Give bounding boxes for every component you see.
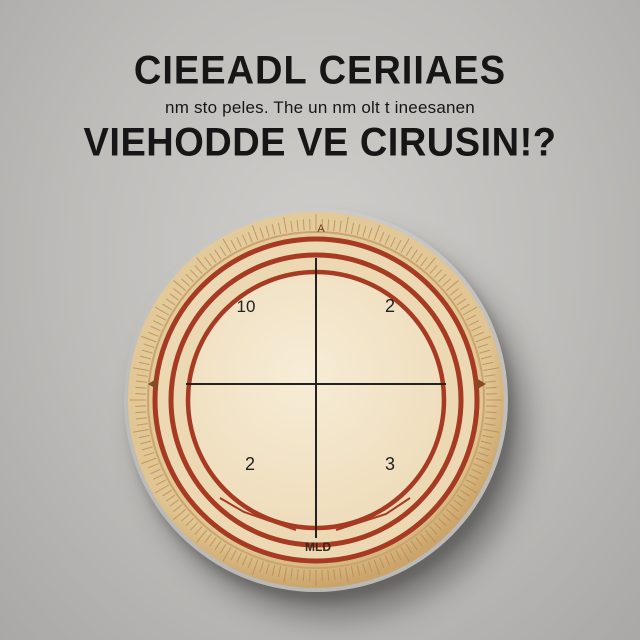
dial-graphic: 10 2 2 3 A MLD	[128, 212, 504, 588]
quadrant-label-top-left: 10	[237, 297, 256, 316]
headline-line-2: nm sto peles. The un nm olt t ineesanen	[165, 98, 475, 117]
round-dial: 10 2 2 3 A MLD	[124, 208, 508, 592]
quadrant-label-top-right: 2	[385, 296, 395, 316]
top-marker-label: A	[317, 223, 325, 235]
quadrant-label-bottom-right: 3	[385, 454, 395, 474]
bottom-marker-label: MLD	[305, 540, 331, 554]
quadrant-label-bottom-left: 2	[245, 454, 255, 474]
headline-line-1: CIEEADL CERIIAES	[133, 48, 507, 94]
headline-line-3: VIEHODDE VE CIRUSIN!?	[83, 120, 557, 166]
